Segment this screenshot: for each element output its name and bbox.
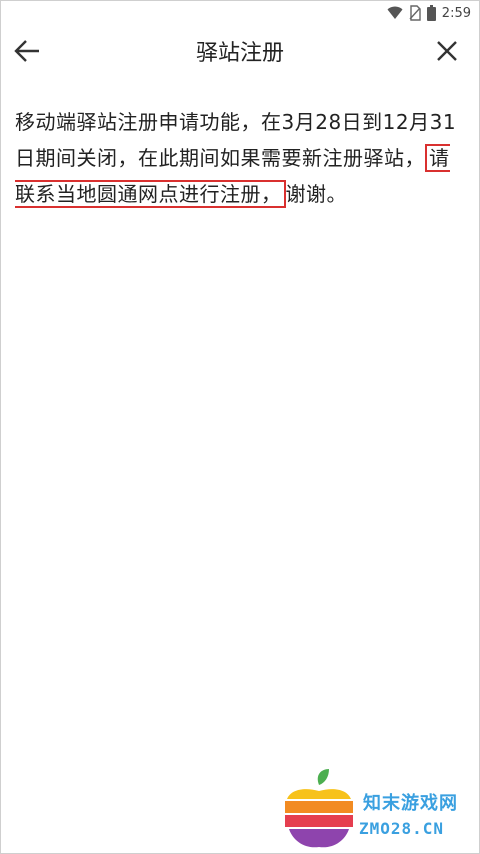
site-watermark: 知末游戏网 ZMO28.CN <box>281 769 480 849</box>
notice-text-part1: 移动端驿站注册申请功能，在3月28日到12月31日期间关闭，在此期间如果需要新注… <box>15 110 457 170</box>
navigation-bar: 驿站注册 <box>1 25 479 77</box>
watermark-domain: ZMO28.CN <box>359 819 445 838</box>
back-arrow-icon[interactable] <box>13 37 41 65</box>
watermark-name: 知末游戏网 <box>363 793 458 814</box>
apple-logo-icon <box>285 769 353 848</box>
notice-text-part2: 谢谢。 <box>285 182 347 206</box>
close-icon[interactable] <box>433 37 461 65</box>
no-sim-icon <box>409 5 421 21</box>
battery-icon <box>426 5 436 21</box>
page-title: 驿站注册 <box>195 41 284 66</box>
status-bar: 2:59 <box>1 1 479 25</box>
closure-notice: 移动端驿站注册申请功能，在3月28日到12月31日期间关闭，在此期间如果需要新注… <box>15 104 465 212</box>
wifi-icon <box>387 6 403 19</box>
status-time: 2:59 <box>441 5 471 21</box>
